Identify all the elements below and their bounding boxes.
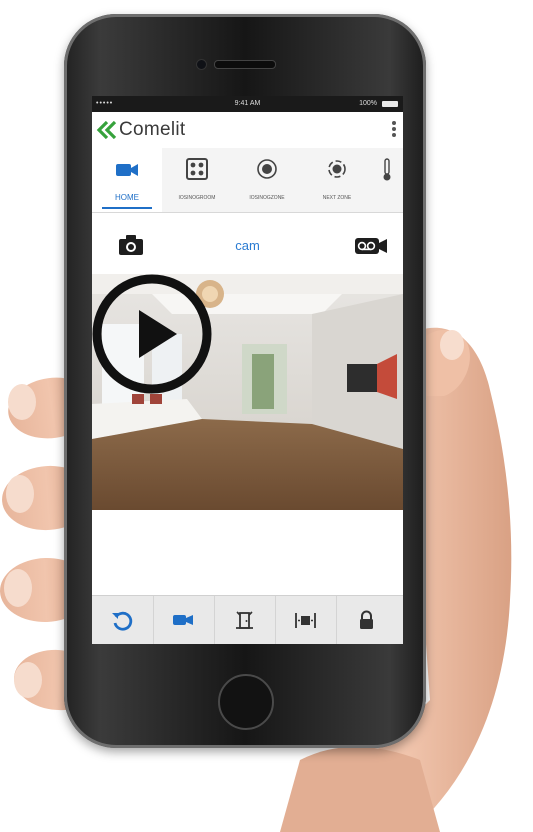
- tab-label: IOSINOGROOM: [178, 195, 216, 201]
- door-icon: [236, 611, 253, 629]
- tab-zone[interactable]: IOSINOGZONE: [232, 148, 302, 212]
- more-menu-icon[interactable]: [391, 120, 397, 140]
- tab-temperature[interactable]: [372, 148, 403, 212]
- phone-screen: ••••• 9:41 AM 100% Comelit HOME IOSINOGR…: [92, 96, 403, 644]
- status-bar: ••••• 9:41 AM 100%: [92, 96, 403, 112]
- stage: ••••• 9:41 AM 100% Comelit HOME IOSINOGR…: [0, 0, 533, 832]
- gate-icon: [295, 613, 316, 628]
- camera-icon: [116, 164, 138, 176]
- camera-header: cam: [92, 214, 403, 268]
- lock-icon: [360, 610, 373, 629]
- home-button[interactable]: [218, 674, 274, 730]
- tab-room[interactable]: IOSINOGROOM: [162, 148, 232, 212]
- video-camera-button[interactable]: [153, 596, 215, 644]
- gate-button[interactable]: [275, 596, 337, 644]
- play-icon[interactable]: [92, 274, 212, 394]
- video-info-area: [92, 510, 403, 595]
- target-icon: [257, 159, 277, 179]
- battery-percent: 100%: [359, 100, 377, 107]
- tab-label: NEXT ZONE: [322, 195, 352, 201]
- video-camera-icon: [173, 615, 193, 625]
- tab-label: HOME: [115, 193, 139, 202]
- tab-next-zone[interactable]: NEXT ZONE: [302, 148, 372, 212]
- comelit-logo-icon: [96, 121, 117, 139]
- front-camera: [196, 59, 207, 70]
- app-header: Comelit: [92, 112, 403, 149]
- earpiece-speaker: [214, 60, 276, 69]
- lock-button[interactable]: [336, 596, 397, 644]
- thermometer-icon: [383, 158, 391, 181]
- tab-label: IOSINOGZONE: [249, 195, 285, 201]
- brand-name: Comelit: [119, 119, 186, 140]
- refresh-button[interactable]: [92, 596, 154, 644]
- refresh-icon: [112, 611, 133, 631]
- crosshair-icon: [328, 160, 346, 178]
- tab-bar: HOME IOSINOGROOM IOSINOGZONE NEXT ZONE: [92, 148, 403, 213]
- voicemail-record-icon[interactable]: [355, 237, 387, 255]
- door-button[interactable]: [214, 596, 276, 644]
- camera-video-feed[interactable]: [92, 274, 403, 510]
- brand-logo: Comelit: [96, 119, 186, 141]
- bottom-toolbar: [92, 595, 403, 644]
- status-time: 9:41 AM: [234, 100, 261, 107]
- tab-home[interactable]: HOME: [92, 148, 162, 212]
- grid-icon: [186, 158, 208, 180]
- battery-icon: [382, 101, 398, 107]
